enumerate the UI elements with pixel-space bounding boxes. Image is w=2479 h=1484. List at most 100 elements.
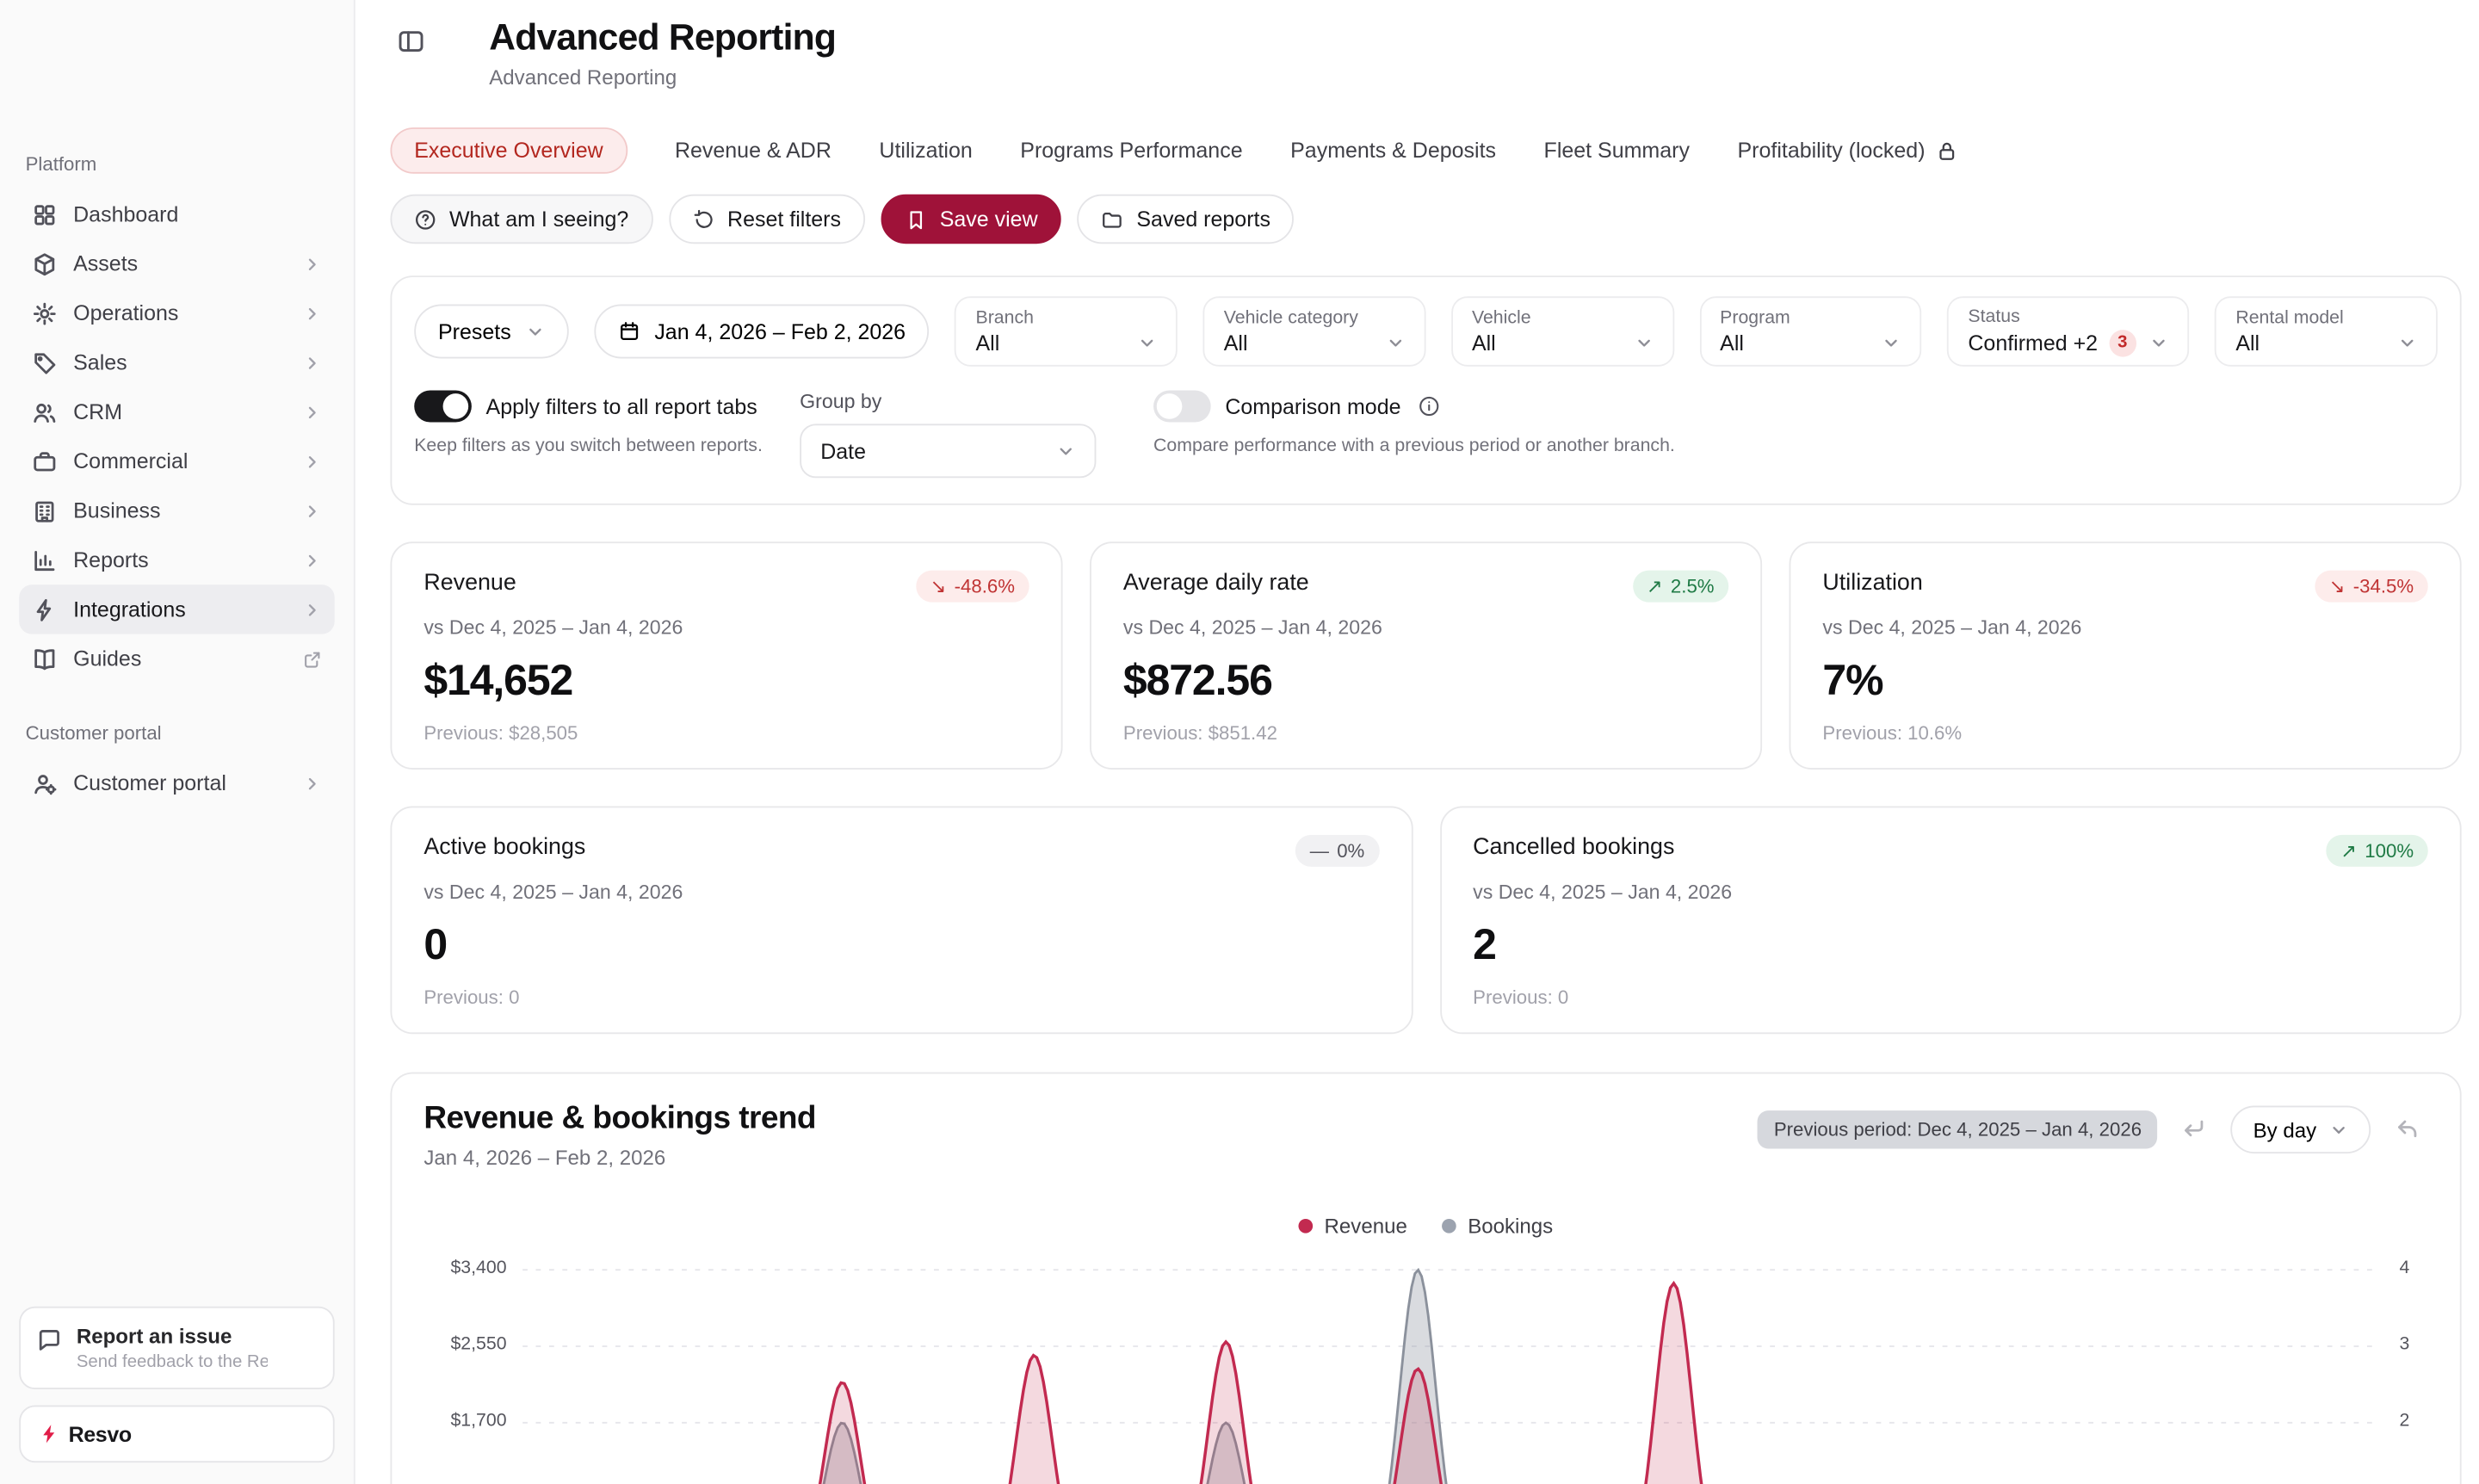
chart-legend: Revenue Bookings <box>423 1214 2427 1238</box>
kpi-value: 2 <box>1473 921 2428 970</box>
filter-label: Program <box>1720 308 1901 327</box>
filter-vehicle[interactable]: Vehicle All <box>1451 296 1674 366</box>
date-range-picker[interactable]: Jan 4, 2026 – Feb 2, 2026 <box>594 305 930 359</box>
what-am-i-seeing-button[interactable]: What am I seeing? <box>390 195 652 244</box>
chevron-down-icon <box>1056 442 1075 461</box>
kpi-comparison-period: vs Dec 4, 2025 – Jan 4, 2026 <box>1123 616 1728 639</box>
filter-program[interactable]: Program All <box>1699 296 1922 366</box>
tab-revenue-adr[interactable]: Revenue & ADR <box>675 139 831 163</box>
button-label: Reset filters <box>727 207 841 232</box>
legend-item-revenue[interactable]: Revenue <box>1299 1214 1407 1238</box>
sidebar-item-assets[interactable]: Assets <box>19 239 334 288</box>
kpi-delta: 100% <box>2365 839 2414 862</box>
tab-programs-performance[interactable]: Programs Performance <box>1020 139 1242 163</box>
kpi-title: Revenue <box>423 571 516 597</box>
tab-payments-deposits[interactable]: Payments & Deposits <box>1290 139 1496 163</box>
kpi-title: Utilization <box>1822 571 1922 597</box>
filter-value: All <box>976 331 1000 355</box>
sidebar-item-dashboard[interactable]: Dashboard <box>19 189 334 238</box>
status-count-badge: 3 <box>2109 329 2136 356</box>
sidebar-toggle-button[interactable] <box>390 21 431 62</box>
corner-down-left-icon[interactable] <box>2173 1109 2215 1150</box>
group-by-select[interactable]: Date <box>800 424 1096 478</box>
dashboard-grid-icon <box>32 201 58 227</box>
main-content: Advanced Reporting Advanced Reporting Ex… <box>355 0 2479 1484</box>
toggle-knob <box>1157 393 1183 419</box>
button-label: What am I seeing? <box>449 207 628 232</box>
saved-reports-button[interactable]: Saved reports <box>1078 195 1295 244</box>
tab-fleet-summary[interactable]: Fleet Summary <box>1544 139 1690 163</box>
comparison-caption: Compare performance with a previous peri… <box>1153 436 2438 455</box>
chart-plot: $3,400 $2,550 $1,700 4 3 2 <box>423 1251 2427 1484</box>
sidebar-item-sales[interactable]: Sales <box>19 337 334 386</box>
bookings-dot-icon <box>1443 1219 1457 1234</box>
kpi-previous: Previous: 0 <box>1473 986 2428 1009</box>
sidebar-item-guides[interactable]: Guides <box>19 634 334 683</box>
filter-branch[interactable]: Branch All <box>955 296 1178 366</box>
zap-icon <box>32 597 58 622</box>
kpi-card-average-daily-rate: Average daily rate ↗2.5% vs Dec 4, 2025 … <box>1090 541 1762 770</box>
chevron-down-icon <box>1138 333 1157 352</box>
report-issue-text: Report an issue Send feedback to the Res… <box>77 1324 268 1372</box>
tab-executive-overview[interactable]: Executive Overview <box>390 127 627 174</box>
chevron-right-icon <box>303 600 322 619</box>
sidebar-item-integrations[interactable]: Integrations <box>19 584 334 634</box>
sidebar-item-business[interactable]: Business <box>19 486 334 535</box>
kpi-value: 0 <box>423 921 1379 970</box>
reset-filters-button[interactable]: Reset filters <box>669 195 865 244</box>
sidebar-item-label: Customer portal <box>73 771 287 795</box>
chevron-down-icon <box>525 322 544 341</box>
presets-dropdown[interactable]: Presets <box>414 305 568 359</box>
sidebar-item-commercial[interactable]: Commercial <box>19 436 334 485</box>
filter-value: All <box>1224 331 1248 355</box>
left-axis: $3,400 $2,550 $1,700 <box>423 1251 513 1484</box>
calendar-icon <box>618 320 640 343</box>
legend-item-bookings[interactable]: Bookings <box>1443 1214 1554 1238</box>
save-view-button[interactable]: Save view <box>881 195 1061 244</box>
chevron-down-icon <box>1882 333 1901 352</box>
sidebar-item-customer-portal[interactable]: Customer portal <box>19 758 334 807</box>
question-circle-icon <box>414 208 436 231</box>
chevron-down-icon <box>1386 333 1405 352</box>
axis-tick: 2 <box>2399 1412 2409 1431</box>
lock-icon <box>1936 139 1958 162</box>
filter-value: All <box>2235 331 2260 355</box>
sidebar-item-operations[interactable]: Operations <box>19 288 334 337</box>
tab-utilization[interactable]: Utilization <box>879 139 972 163</box>
sidebar-item-label: Business <box>73 498 287 522</box>
app-window: Platform Dashboard Assets Operations Sal… <box>0 0 2479 1484</box>
button-label: Save view <box>940 207 1038 232</box>
chevron-down-icon <box>2149 333 2168 352</box>
undo-icon[interactable] <box>2387 1109 2428 1150</box>
chart-title: Revenue & bookings trend <box>423 1101 816 1138</box>
tab-profitability-locked[interactable]: Profitability (locked) <box>1737 139 1958 163</box>
apply-filters-label: Apply filters to all report tabs <box>486 394 757 418</box>
granularity-select[interactable]: By day <box>2231 1106 2371 1154</box>
page-subtitle: Advanced Reporting <box>489 65 836 90</box>
briefcase-icon <box>32 448 58 474</box>
report-issue-card[interactable]: Report an issue Send feedback to the Res… <box>19 1307 334 1389</box>
brand-logo[interactable]: Resvo <box>19 1405 334 1462</box>
kpi-delta: -48.6% <box>955 575 1015 597</box>
info-circle-icon[interactable] <box>1419 395 1441 417</box>
comparison-toggle[interactable] <box>1153 390 1211 422</box>
filter-status[interactable]: Status Confirmed +2 3 <box>1947 296 2189 366</box>
filter-value: All <box>1720 331 1744 355</box>
kpi-value: $14,652 <box>423 657 1029 706</box>
kpi-previous: Previous: $28,505 <box>423 721 1029 744</box>
report-tabs: Executive Overview Revenue & ADR Utiliza… <box>390 127 2461 174</box>
kpi-delta-badge: ↘-48.6% <box>916 571 1029 603</box>
reset-icon <box>692 208 714 231</box>
comparison-group: Comparison mode Compare performance with… <box>1153 390 2438 455</box>
filter-rental-model[interactable]: Rental model All <box>2215 296 2438 366</box>
axis-tick: $1,700 <box>450 1412 506 1431</box>
sidebar-item-crm[interactable]: CRM <box>19 387 334 436</box>
kpi-previous: Previous: 0 <box>423 986 1379 1009</box>
folder-icon <box>1102 208 1124 231</box>
filter-vehicle-category[interactable]: Vehicle category All <box>1203 296 1426 366</box>
tag-icon <box>32 349 58 375</box>
kpi-card-revenue: Revenue ↘-48.6% vs Dec 4, 2025 – Jan 4, … <box>390 541 1062 770</box>
apply-filters-toggle[interactable] <box>414 390 472 422</box>
chart-canvas <box>522 1251 2377 1484</box>
sidebar-item-reports[interactable]: Reports <box>19 535 334 584</box>
